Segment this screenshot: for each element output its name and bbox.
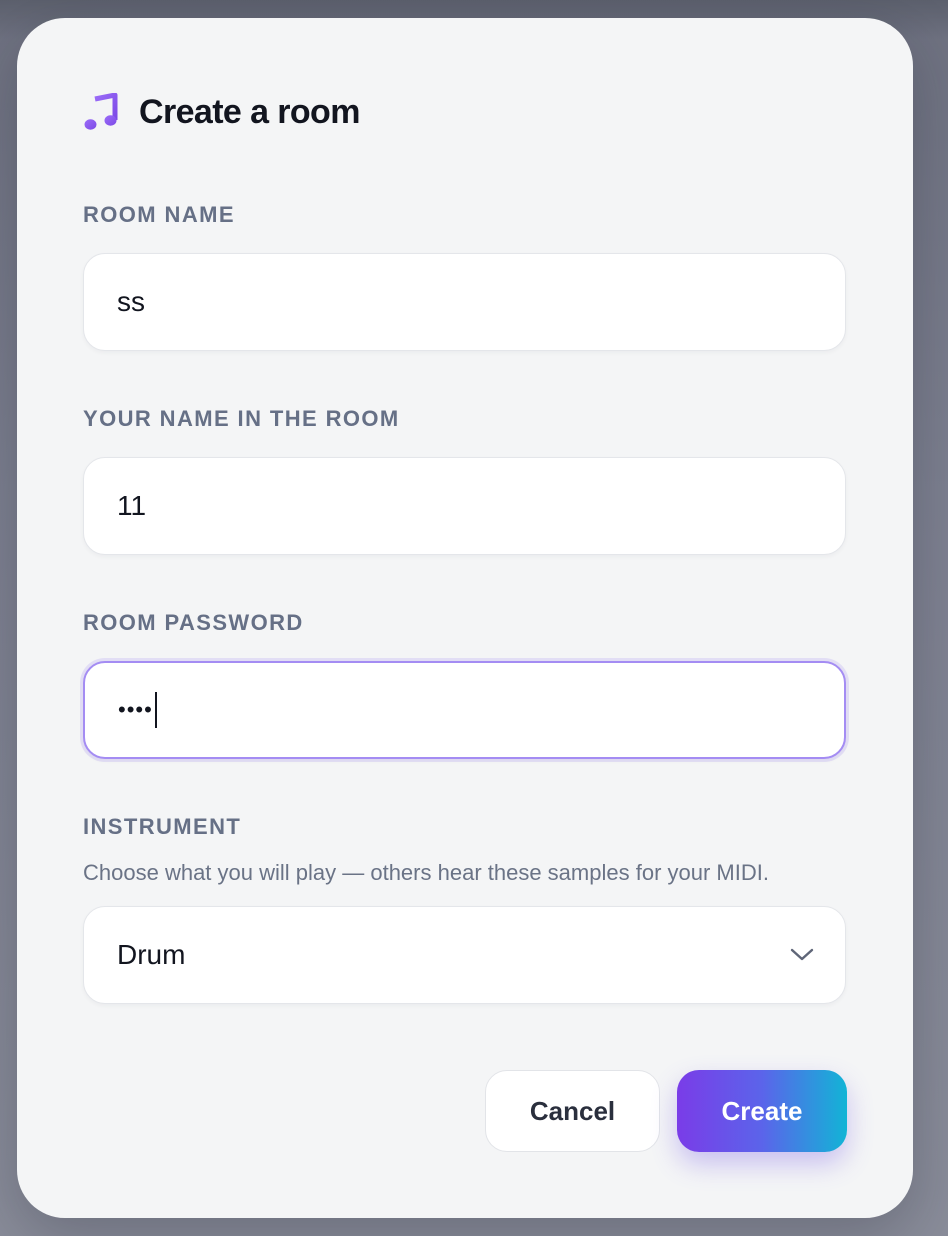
text-caret [154,692,157,728]
create-button[interactable]: Create [677,1070,847,1152]
your-name-input[interactable]: 11 [83,457,846,555]
room-password-input[interactable]: •••• [83,661,846,759]
create-room-dialog: Create a room ROOM NAME ss YOUR NAME IN … [17,18,913,1218]
chevron-down-icon [789,942,815,968]
dialog-title: Create a room [139,92,360,131]
dialog-header: Create a room [83,90,360,134]
room-name-value: ss [117,286,145,317]
room-name-input[interactable]: ss [83,253,846,351]
password-masked-value: •••• [118,697,153,722]
room-name-label: ROOM NAME [83,202,235,227]
your-name-value: 11 [117,490,147,521]
instrument-selected-value: Drum [117,939,186,970]
room-password-label: ROOM PASSWORD [83,610,304,635]
cancel-button[interactable]: Cancel [485,1070,660,1152]
music-note-icon [83,92,119,132]
instrument-hint: Choose what you will play — others hear … [83,860,769,885]
your-name-label: YOUR NAME IN THE ROOM [83,406,400,431]
instrument-label: INSTRUMENT [83,814,242,839]
instrument-select[interactable]: Drum [83,906,846,1004]
